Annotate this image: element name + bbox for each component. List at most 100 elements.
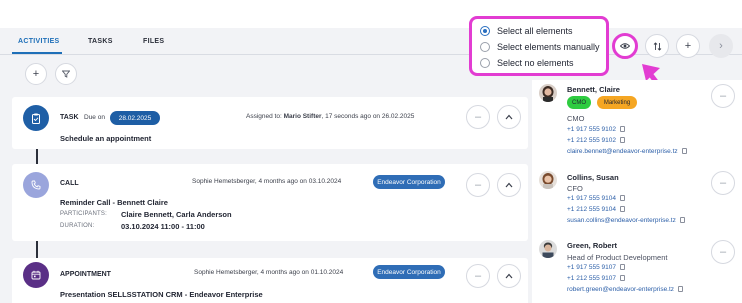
duration-value: 03.10.2024 11:00 - 11:00: [121, 222, 205, 231]
appointment-type-badge: [23, 262, 49, 288]
radio-icon[interactable]: [480, 58, 490, 68]
company-badge[interactable]: Endeavor Corporation: [373, 175, 445, 189]
phone-link[interactable]: +1 917 555 9102: [567, 126, 625, 133]
activity-type: TASK: [60, 114, 79, 121]
more-options-button[interactable]: –: [466, 173, 490, 197]
participants-label: PARTICIPANTS:: [60, 211, 107, 217]
phone-number: +1 212 555 9107: [567, 275, 616, 282]
ellipsis-icon: –: [719, 177, 727, 189]
copy-icon[interactable]: [619, 275, 625, 282]
copy-icon[interactable]: [619, 206, 625, 213]
copy-icon[interactable]: [619, 195, 625, 202]
tag-badge: CMO: [567, 96, 591, 109]
tag-label: Marketing: [603, 99, 631, 106]
email-link[interactable]: robert.green@endeavor-enterprise.tz: [567, 286, 684, 293]
due-prefix: Due on: [84, 114, 105, 121]
collapse-card-button[interactable]: [497, 264, 521, 288]
copy-icon[interactable]: [619, 264, 625, 271]
avatar: [539, 171, 557, 189]
collapse-card-button[interactable]: [497, 105, 521, 129]
company-name: Endeavor Corporation: [377, 178, 441, 186]
activity-title: Presentation SELLSSTATION CRM - Endeavor…: [60, 290, 263, 299]
option-select-none[interactable]: Select no elements: [480, 58, 574, 68]
due-date-badge: 28.02.2025: [110, 111, 160, 125]
author: Sophie Hemetsberger: [194, 269, 257, 276]
contact-name[interactable]: Collins, Susan: [567, 173, 619, 182]
option-select-manually[interactable]: Select elements manually: [480, 42, 600, 52]
activity-title: Schedule an appointment: [60, 134, 152, 143]
chevron-right-icon: ›: [719, 40, 723, 52]
email-link[interactable]: susan.collins@endeavor-enterprise.tz: [567, 217, 685, 224]
phone-link[interactable]: +1 917 555 9104: [567, 195, 625, 202]
participants-value: Claire Bennett, Carla Anderson: [121, 210, 232, 219]
tab-tasks[interactable]: TASKS: [88, 38, 113, 45]
tab-activities[interactable]: ACTIVITIES: [18, 38, 60, 45]
company-badge[interactable]: Endeavor Corporation: [373, 265, 445, 279]
ellipsis-icon: –: [474, 270, 482, 282]
activity-title: Reminder Call - Bennett Claire: [60, 198, 168, 207]
call-meta: Sophie Hemetsberger, 4 months ago on 03.…: [192, 178, 341, 185]
option-select-all[interactable]: Select all elements: [480, 26, 573, 36]
copy-icon[interactable]: [619, 126, 625, 133]
meta-suffix: , 4 months ago on 01.10.2024: [256, 269, 344, 276]
company-name: Endeavor Corporation: [377, 268, 441, 276]
copy-icon[interactable]: [681, 148, 687, 155]
phone-icon: [31, 180, 41, 190]
email-address: claire.bennett@endeavor-enterprise.tz: [567, 148, 678, 155]
contact-more-button[interactable]: –: [711, 84, 735, 108]
tag-label: CMO: [572, 99, 586, 106]
phone-number: +1 917 555 9104: [567, 195, 616, 202]
assignee-suffix: , 17 seconds ago on 26.02.2025: [321, 113, 415, 120]
phone-number: +1 212 555 9102: [567, 137, 616, 144]
call-type-badge: [23, 172, 49, 198]
plus-icon: +: [684, 40, 692, 52]
contact-more-button[interactable]: –: [711, 171, 735, 195]
chevron-up-icon: [505, 114, 513, 120]
phone-link[interactable]: +1 212 555 9107: [567, 275, 625, 282]
ellipsis-icon: –: [719, 246, 727, 258]
add-activity-button[interactable]: +: [25, 63, 47, 85]
radio-selected-icon[interactable]: [480, 26, 490, 36]
avatar: [539, 84, 557, 102]
assignee-name: Mario Stifter: [283, 113, 322, 120]
copy-icon[interactable]: [619, 137, 625, 144]
collapse-panel-button[interactable]: ›: [709, 34, 733, 58]
appointment-meta: Sophie Hemetsberger, 4 months ago on 01.…: [194, 269, 343, 276]
contacts-panel: [532, 80, 742, 303]
filter-button[interactable]: [55, 63, 77, 85]
add-button[interactable]: +: [676, 34, 700, 58]
ellipsis-icon: –: [474, 179, 482, 191]
more-options-button[interactable]: –: [466, 264, 490, 288]
contact-name[interactable]: Green, Robert: [567, 241, 617, 250]
phone-link[interactable]: +1 212 555 9104: [567, 206, 625, 213]
contact-role: Head of Product Development: [567, 253, 668, 262]
email-link[interactable]: claire.bennett@endeavor-enterprise.tz: [567, 148, 687, 155]
clipboard-icon: [32, 113, 40, 124]
phone-link[interactable]: +1 917 555 9107: [567, 264, 625, 271]
option-label: Select no elements: [497, 58, 574, 68]
contact-name[interactable]: Bennett, Claire: [567, 85, 620, 94]
more-options-button[interactable]: –: [466, 105, 490, 129]
eye-icon: [620, 43, 630, 49]
sort-icon: [653, 41, 661, 51]
sort-button[interactable]: [645, 34, 669, 58]
copy-icon[interactable]: [678, 286, 684, 293]
task-type-badge: [23, 105, 49, 131]
activity-type: APPOINTMENT: [60, 271, 111, 278]
phone-link[interactable]: +1 212 555 9102: [567, 137, 625, 144]
meta-suffix: , 4 months ago on 03.10.2024: [254, 178, 342, 185]
option-label: Select elements manually: [497, 42, 600, 52]
task-meta: Assigned to: Mario Stifter, 17 seconds a…: [246, 113, 414, 120]
radio-icon[interactable]: [480, 42, 490, 52]
email-address: robert.green@endeavor-enterprise.tz: [567, 286, 675, 293]
tab-files[interactable]: FILES: [143, 38, 164, 45]
assignee-prefix: Assigned to:: [246, 113, 284, 120]
collapse-card-button[interactable]: [497, 173, 521, 197]
plus-icon: +: [32, 68, 40, 80]
activity-type: CALL: [60, 180, 79, 187]
contact-more-button[interactable]: –: [711, 240, 735, 264]
copy-icon[interactable]: [679, 217, 685, 224]
phone-number: +1 212 555 9104: [567, 206, 616, 213]
visibility-toggle-button[interactable]: [612, 33, 638, 59]
top-strip: [0, 0, 742, 28]
